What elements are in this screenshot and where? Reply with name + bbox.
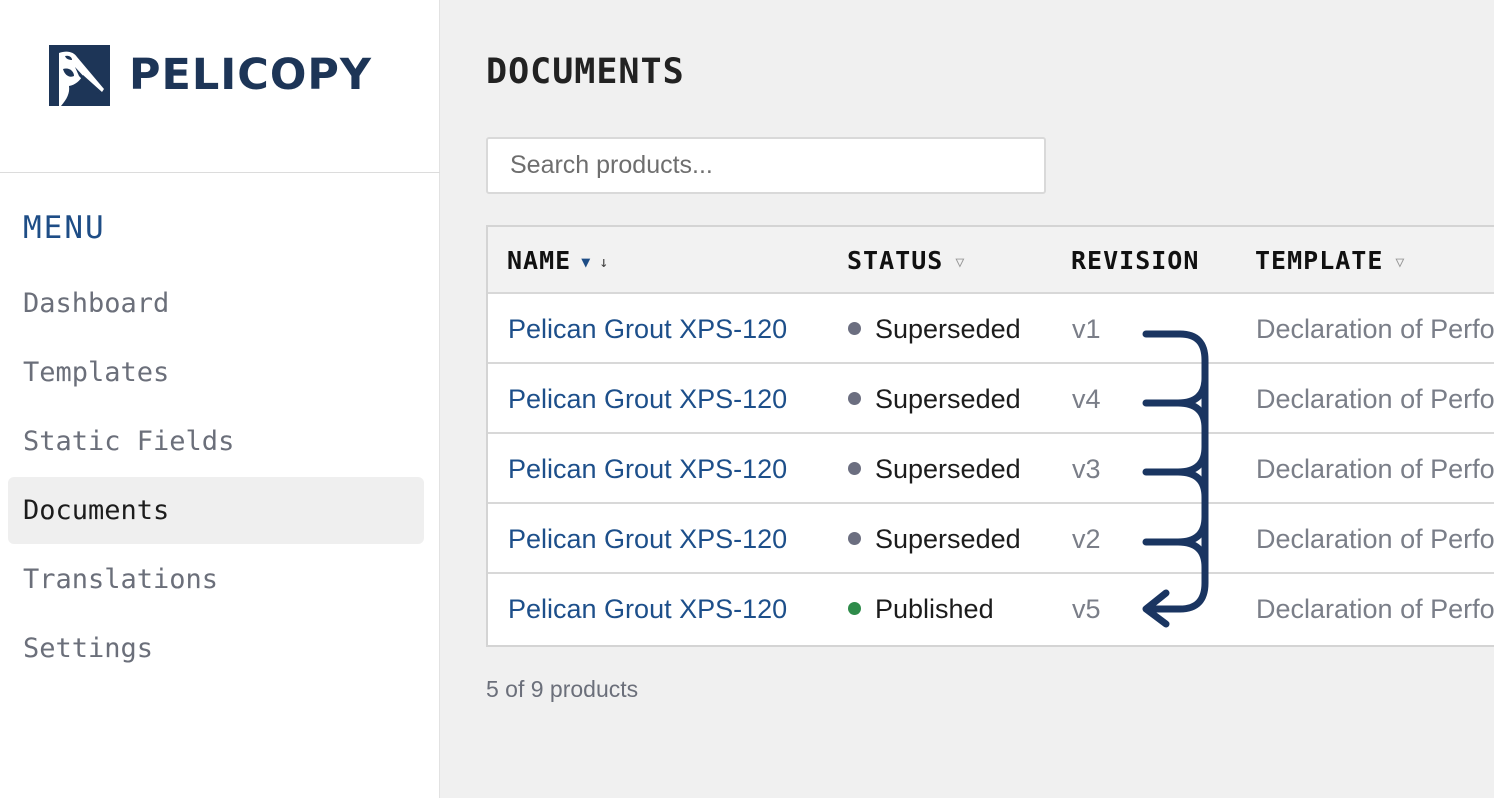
column-header-status-label: STATUS — [847, 246, 944, 275]
status-cell: Published — [848, 574, 994, 644]
status-dot-superseded — [848, 322, 861, 336]
product-name-link[interactable]: Pelican Grout XPS-120 — [508, 364, 787, 434]
revision-cell: v4 — [1072, 384, 1101, 414]
filter-icon[interactable]: ▽ — [955, 253, 965, 271]
table-row[interactable]: Pelican Grout XPS-120 Superseded v4 Decl… — [488, 364, 1494, 434]
status-label: Superseded — [875, 314, 1021, 344]
table-row[interactable]: Pelican Grout XPS-120 Superseded v1 Decl… — [488, 294, 1494, 364]
status-cell: Superseded — [848, 364, 1021, 434]
status-dot-published — [848, 602, 861, 616]
page-title: DOCUMENTS — [486, 52, 685, 92]
table-row[interactable]: Pelican Grout XPS-120 Superseded v2 Decl… — [488, 504, 1494, 574]
status-cell: Superseded — [848, 294, 1021, 364]
template-cell: Declaration of Performance — [1256, 454, 1494, 484]
sidebar-item-settings[interactable]: Settings — [8, 615, 424, 682]
sidebar-item-static-fields[interactable]: Static Fields — [8, 408, 424, 475]
sidebar-item-dashboard[interactable]: Dashboard — [8, 270, 424, 337]
column-header-revision: REVISION — [1071, 227, 1199, 294]
status-label: Superseded — [875, 524, 1021, 554]
status-label: Superseded — [875, 384, 1021, 414]
sidebar: PELICOPY MENU Dashboard Templates Static… — [0, 0, 440, 798]
revision-cell: v5 — [1072, 594, 1101, 624]
template-cell: Declaration of Performance — [1256, 314, 1494, 344]
column-header-name-label: NAME — [507, 246, 572, 275]
sidebar-item-templates[interactable]: Templates — [8, 339, 424, 406]
template-cell: Declaration of Performance — [1256, 384, 1494, 414]
column-header-status[interactable]: STATUS ▽ — [847, 227, 965, 294]
brand-logo[interactable]: PELICOPY — [49, 45, 372, 106]
pelican-icon — [49, 45, 110, 106]
status-cell: Superseded — [848, 434, 1021, 504]
column-header-template-label: TEMPLATE — [1255, 246, 1384, 275]
revision-cell: v3 — [1072, 454, 1101, 484]
status-dot-superseded — [848, 532, 861, 546]
revision-cell: v2 — [1072, 524, 1101, 554]
arrow-down-icon: ↓ — [599, 252, 610, 271]
brand-name: PELICOPY — [129, 50, 373, 100]
template-cell: Declaration of Performance — [1256, 594, 1494, 624]
table-row[interactable]: Pelican Grout XPS-120 Superseded v3 Decl… — [488, 434, 1494, 504]
status-dot-superseded — [848, 392, 861, 406]
sidebar-divider — [0, 172, 440, 173]
status-label: Superseded — [875, 454, 1021, 484]
search-input[interactable] — [486, 137, 1046, 194]
column-header-template[interactable]: TEMPLATE ▽ — [1255, 227, 1405, 294]
documents-table: NAME ▼ ↓ STATUS ▽ REVISION TEMPLATE ▽ Pelica… — [486, 225, 1494, 647]
status-dot-superseded — [848, 462, 861, 476]
menu-heading: MENU — [23, 210, 106, 246]
table-row[interactable]: Pelican Grout XPS-120 Published v5 Decla… — [488, 574, 1494, 644]
sidebar-item-translations[interactable]: Translations — [8, 546, 424, 613]
product-name-link[interactable]: Pelican Grout XPS-120 — [508, 294, 787, 364]
results-count: 5 of 9 products — [486, 676, 639, 702]
product-name-link[interactable]: Pelican Grout XPS-120 — [508, 434, 787, 504]
status-cell: Superseded — [848, 504, 1021, 574]
revision-cell: v1 — [1072, 314, 1101, 344]
column-header-revision-label: REVISION — [1071, 246, 1200, 275]
template-cell: Declaration of Performance — [1256, 524, 1494, 554]
sort-descending-icon[interactable]: ▼ — [581, 253, 591, 271]
sidebar-item-documents[interactable]: Documents — [8, 477, 424, 544]
column-header-name[interactable]: NAME ▼ ↓ — [507, 227, 609, 294]
product-name-link[interactable]: Pelican Grout XPS-120 — [508, 574, 787, 644]
product-name-link[interactable]: Pelican Grout XPS-120 — [508, 504, 787, 574]
status-label: Published — [875, 594, 994, 624]
filter-icon[interactable]: ▽ — [1395, 253, 1405, 271]
table-header: NAME ▼ ↓ STATUS ▽ REVISION TEMPLATE ▽ — [488, 227, 1494, 294]
